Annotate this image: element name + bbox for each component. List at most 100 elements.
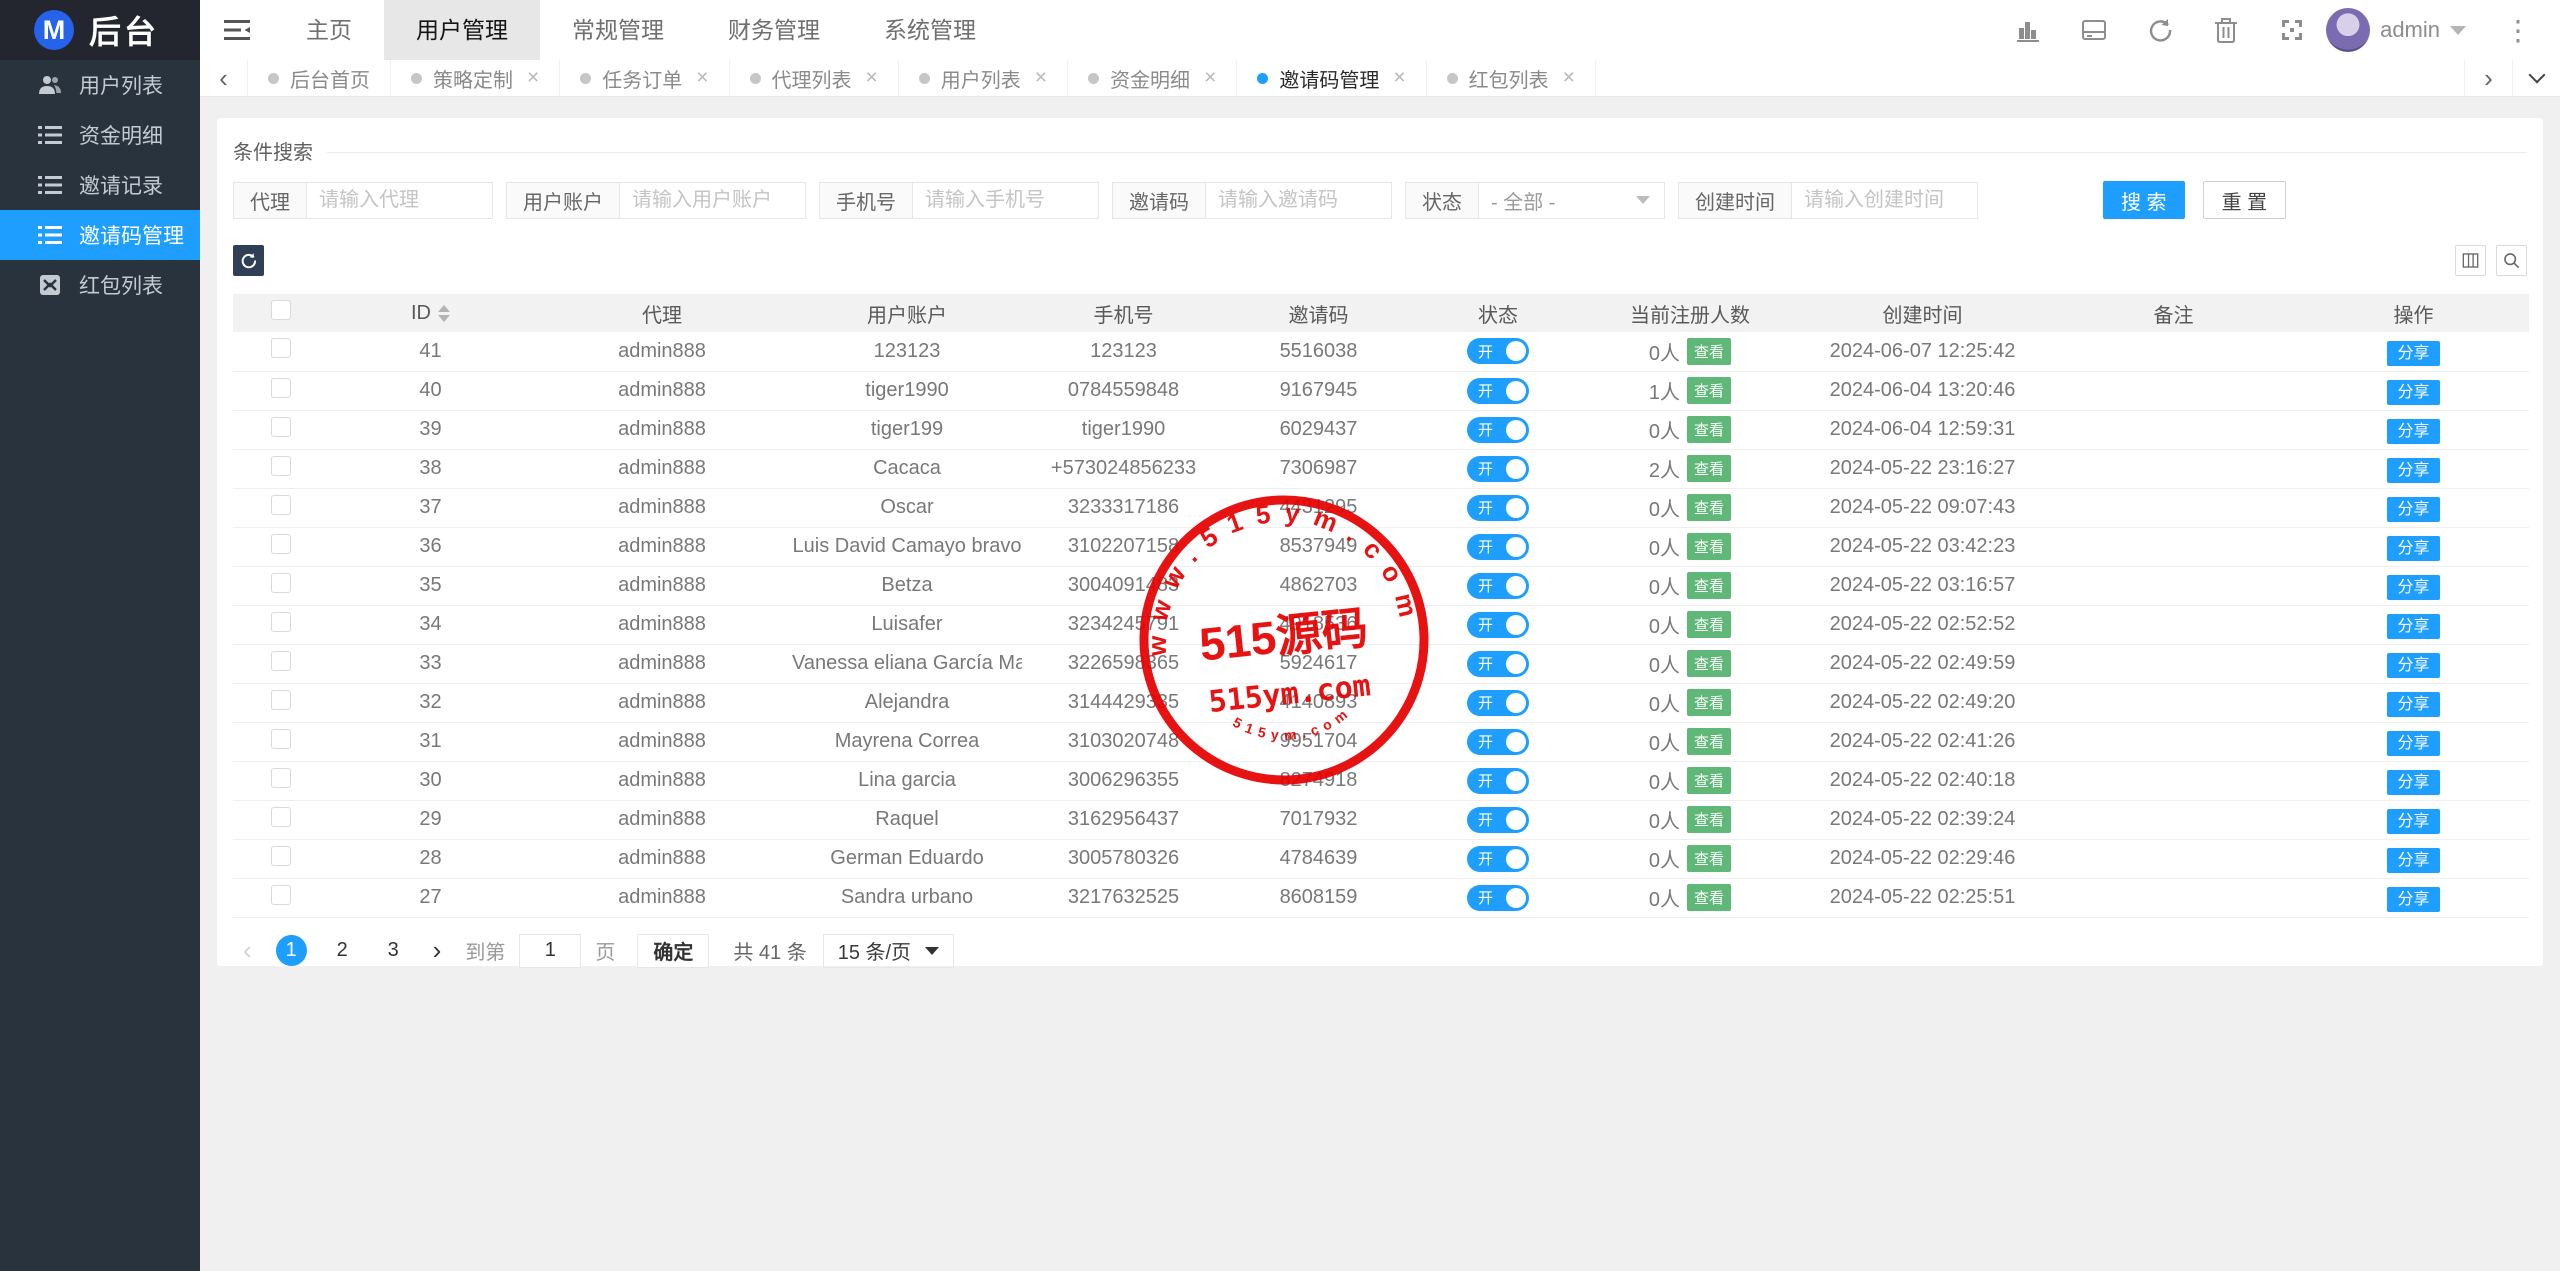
top-nav-item[interactable]: 财务管理 xyxy=(696,0,852,60)
close-icon[interactable]: × xyxy=(696,66,708,90)
status-toggle[interactable]: 开 xyxy=(1467,612,1529,638)
view-button[interactable]: 查看 xyxy=(1687,611,1731,638)
goto-page-input[interactable] xyxy=(519,934,581,968)
page-button-2[interactable]: 2 xyxy=(327,935,358,966)
share-button[interactable]: 分享 xyxy=(2387,380,2439,405)
top-nav-item[interactable]: 常规管理 xyxy=(540,0,696,60)
row-checkbox[interactable] xyxy=(271,846,291,866)
close-icon[interactable]: × xyxy=(1393,66,1405,90)
share-button[interactable]: 分享 xyxy=(2387,653,2439,678)
per-page-select[interactable]: 15 条/页 xyxy=(823,934,954,968)
next-page-button[interactable]: › xyxy=(423,935,452,966)
row-checkbox[interactable] xyxy=(271,378,291,398)
search-input-用户账户[interactable] xyxy=(620,182,806,219)
share-button[interactable]: 分享 xyxy=(2387,458,2439,483)
share-button[interactable]: 分享 xyxy=(2387,692,2439,717)
view-button[interactable]: 查看 xyxy=(1687,455,1731,482)
sort-icon[interactable] xyxy=(438,305,450,322)
tab[interactable]: 邀请码管理 × xyxy=(1237,60,1426,96)
row-checkbox[interactable] xyxy=(271,417,291,437)
tabs-menu[interactable] xyxy=(2512,60,2560,96)
view-button[interactable]: 查看 xyxy=(1687,377,1731,404)
reset-button[interactable]: 重 置 xyxy=(2203,181,2287,219)
refresh-icon[interactable] xyxy=(2146,16,2174,44)
view-button[interactable]: 查看 xyxy=(1687,572,1731,599)
status-toggle[interactable]: 开 xyxy=(1467,846,1529,872)
status-toggle[interactable]: 开 xyxy=(1467,807,1529,833)
search-zoom-button[interactable] xyxy=(2496,245,2527,276)
share-button[interactable]: 分享 xyxy=(2387,341,2439,366)
status-toggle[interactable]: 开 xyxy=(1467,534,1529,560)
row-checkbox[interactable] xyxy=(271,534,291,554)
menu-collapse-icon[interactable] xyxy=(200,0,274,60)
share-button[interactable]: 分享 xyxy=(2387,809,2439,834)
share-button[interactable]: 分享 xyxy=(2387,614,2439,639)
prev-page-button[interactable]: ‹ xyxy=(233,935,262,966)
search-input-邀请码[interactable] xyxy=(1206,182,1392,219)
top-nav-item[interactable]: 系统管理 xyxy=(852,0,1008,60)
status-toggle[interactable]: 开 xyxy=(1467,456,1529,482)
view-button[interactable]: 查看 xyxy=(1687,650,1731,677)
view-button[interactable]: 查看 xyxy=(1687,416,1731,443)
row-checkbox[interactable] xyxy=(271,690,291,710)
status-toggle[interactable]: 开 xyxy=(1467,729,1529,755)
more-menu-icon[interactable]: ⋮ xyxy=(2504,14,2532,47)
status-toggle[interactable]: 开 xyxy=(1467,768,1529,794)
top-nav-item[interactable]: 主页 xyxy=(274,0,384,60)
sidebar-item[interactable]: 红包列表 xyxy=(0,260,200,310)
status-toggle[interactable]: 开 xyxy=(1467,417,1529,443)
share-button[interactable]: 分享 xyxy=(2387,419,2439,444)
sidebar-item[interactable]: 邀请码管理 xyxy=(0,210,200,260)
share-button[interactable]: 分享 xyxy=(2387,770,2439,795)
row-checkbox[interactable] xyxy=(271,729,291,749)
share-button[interactable]: 分享 xyxy=(2387,848,2439,873)
status-toggle[interactable]: 开 xyxy=(1467,338,1529,364)
row-checkbox[interactable] xyxy=(271,338,291,358)
status-select[interactable]: - 全部 - xyxy=(1479,182,1665,219)
fullscreen-icon[interactable] xyxy=(2278,16,2306,44)
view-button[interactable]: 查看 xyxy=(1687,494,1731,521)
search-input-代理[interactable] xyxy=(307,182,493,219)
close-icon[interactable]: × xyxy=(866,66,878,90)
sidebar-item[interactable]: 用户列表 xyxy=(0,60,200,110)
search-input-创建时间[interactable] xyxy=(1792,182,1978,219)
close-icon[interactable]: × xyxy=(1035,66,1047,90)
select-all-checkbox[interactable] xyxy=(271,300,291,320)
confirm-page-button[interactable]: 确定 xyxy=(637,934,709,968)
row-checkbox[interactable] xyxy=(271,573,291,593)
tab[interactable]: 用户列表 × xyxy=(899,60,1068,96)
search-input-手机号[interactable] xyxy=(913,182,1099,219)
chart-icon[interactable] xyxy=(2014,16,2042,44)
view-button[interactable]: 查看 xyxy=(1687,845,1731,872)
view-button[interactable]: 查看 xyxy=(1687,767,1731,794)
share-button[interactable]: 分享 xyxy=(2387,731,2439,756)
status-toggle[interactable]: 开 xyxy=(1467,378,1529,404)
status-toggle[interactable]: 开 xyxy=(1467,573,1529,599)
status-toggle[interactable]: 开 xyxy=(1467,651,1529,677)
row-checkbox[interactable] xyxy=(271,612,291,632)
view-button[interactable]: 查看 xyxy=(1687,689,1731,716)
row-checkbox[interactable] xyxy=(271,495,291,515)
share-button[interactable]: 分享 xyxy=(2387,536,2439,561)
page-button-3[interactable]: 3 xyxy=(378,935,409,966)
status-toggle[interactable]: 开 xyxy=(1467,690,1529,716)
row-checkbox[interactable] xyxy=(271,768,291,788)
view-button[interactable]: 查看 xyxy=(1687,806,1731,833)
page-button-1[interactable]: 1 xyxy=(276,935,307,966)
view-button[interactable]: 查看 xyxy=(1687,728,1731,755)
status-toggle[interactable]: 开 xyxy=(1467,885,1529,911)
refresh-table-button[interactable] xyxy=(233,245,264,276)
tab[interactable]: 资金明细 × xyxy=(1068,60,1237,96)
close-icon[interactable]: × xyxy=(1563,66,1575,90)
view-button[interactable]: 查看 xyxy=(1687,338,1731,365)
status-toggle[interactable]: 开 xyxy=(1467,495,1529,521)
search-button[interactable]: 搜 索 xyxy=(2103,181,2185,219)
share-button[interactable]: 分享 xyxy=(2387,497,2439,522)
close-icon[interactable]: × xyxy=(527,66,539,90)
panel-icon[interactable] xyxy=(2080,16,2108,44)
top-nav-item[interactable]: 用户管理 xyxy=(384,0,540,60)
sidebar-item[interactable]: 资金明细 xyxy=(0,110,200,160)
tab[interactable]: 代理列表 × xyxy=(730,60,899,96)
tab[interactable]: 策略定制 × xyxy=(391,60,560,96)
user-menu[interactable]: admin xyxy=(2326,8,2466,52)
